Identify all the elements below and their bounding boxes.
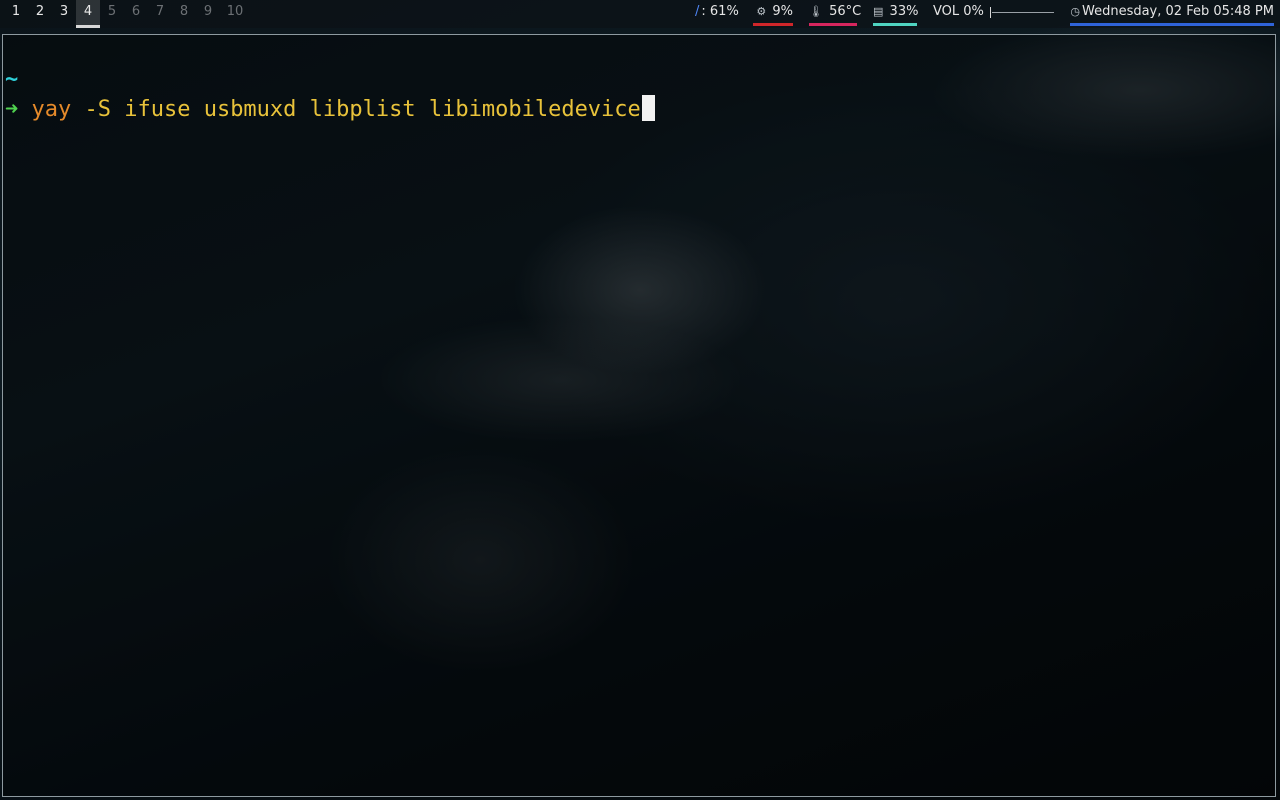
volume-slider-knob[interactable] (990, 6, 992, 18)
temperature-module: 🌡 56°C (809, 0, 861, 28)
memory-underline (873, 23, 917, 26)
memory-module: ▤ 33% (873, 0, 919, 28)
desktop: 1 2 3 4 5 6 7 8 9 10 /: 61% ⚙ 9% 🌡 56°C … (0, 0, 1280, 800)
volume-slider-track (992, 11, 1055, 13)
workspace-8[interactable]: 8 (172, 0, 196, 28)
workspace-3[interactable]: 3 (52, 0, 76, 28)
command-name: yay (31, 97, 72, 122)
workspace-6[interactable]: 6 (124, 0, 148, 28)
disk-separator: : (701, 4, 710, 19)
workspace-10[interactable]: 10 (220, 0, 250, 28)
clock-module[interactable]: ◷ Wednesday, 02 Feb 05:48 PM (1070, 0, 1274, 28)
temperature-underline (809, 23, 857, 26)
memory-value: 33% (889, 4, 919, 19)
command-arguments: -S ifuse usbmuxd libplist libimobiledevi… (71, 97, 641, 122)
disk-usage-value: 61% (709, 4, 739, 19)
prompt-line[interactable]: ➜ yay -S ifuse usbmuxd libplist libimobi… (5, 95, 655, 125)
thermometer-icon: 🌡 (809, 5, 823, 18)
workspace-7[interactable]: 7 (148, 0, 172, 28)
workspace-9[interactable]: 9 (196, 0, 220, 28)
terminal-window[interactable]: ~ ➜ yay -S ifuse usbmuxd libplist libimo… (2, 34, 1276, 797)
workspace-2[interactable]: 2 (28, 0, 52, 28)
disk-usage-module: /: 61% (695, 0, 739, 28)
volume-label: VOL (933, 4, 960, 19)
clock-icon: ◷ (1070, 5, 1080, 18)
volume-slider[interactable] (990, 6, 1055, 18)
workspace-5[interactable]: 5 (100, 0, 124, 28)
cpu-icon: ⚙ (756, 5, 767, 18)
volume-module[interactable]: VOL 0% (933, 0, 1055, 28)
clock-underline (1070, 23, 1274, 26)
workspace-4-active[interactable]: 4 (76, 0, 100, 28)
disk-root-icon: / (695, 4, 700, 19)
current-directory: ~ (5, 67, 19, 92)
workspace-1[interactable]: 1 (4, 0, 28, 28)
top-bar: 1 2 3 4 5 6 7 8 9 10 /: 61% ⚙ 9% 🌡 56°C … (0, 0, 1280, 28)
temperature-value: 56°C (829, 4, 862, 19)
prompt-arrow-icon: ➜ (5, 97, 19, 122)
workspace-list: 1 2 3 4 5 6 7 8 9 10 (4, 0, 250, 28)
volume-value: 0% (963, 4, 984, 19)
memory-icon: ▤ (873, 5, 884, 18)
cpu-module: ⚙ 9% (753, 0, 793, 28)
clock-value: Wednesday, 02 Feb 05:48 PM (1081, 4, 1274, 19)
cpu-underline (753, 23, 793, 26)
cpu-value: 9% (772, 4, 793, 19)
text-cursor (641, 95, 655, 121)
